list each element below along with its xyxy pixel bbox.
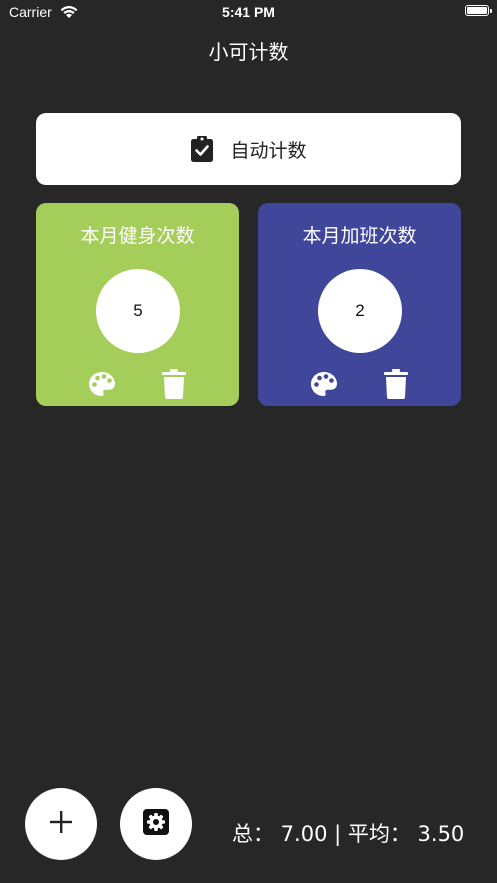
- trash-icon[interactable]: [382, 369, 410, 399]
- summary-stats: 总： 7.00 | 平均： 3.50: [232, 822, 465, 846]
- status-time: 5:41 PM: [222, 4, 275, 20]
- plus-icon: [49, 810, 73, 838]
- counter-card-fitness[interactable]: 本月健身次数 5: [36, 203, 239, 406]
- counter-value[interactable]: 2: [318, 269, 402, 353]
- counter-title: 本月加班次数: [302, 225, 417, 247]
- palette-icon[interactable]: [310, 369, 338, 399]
- battery-icon: [465, 5, 492, 16]
- settings-button[interactable]: [120, 788, 192, 860]
- counter-card-overtime[interactable]: 本月加班次数 2: [258, 203, 461, 406]
- counter-value[interactable]: 5: [96, 269, 180, 353]
- counter-title: 本月健身次数: [80, 225, 195, 247]
- auto-count-label: 自动计数: [230, 139, 307, 162]
- trash-icon[interactable]: [160, 369, 188, 399]
- page-title: 小可计数: [208, 40, 289, 64]
- gear-icon: [142, 808, 170, 840]
- clipboard-check-icon: [190, 135, 214, 163]
- auto-count-button[interactable]: 自动计数: [36, 113, 461, 185]
- add-counter-button[interactable]: [25, 788, 97, 860]
- status-bar: Carrier 5:41 PM: [0, 0, 497, 26]
- palette-icon[interactable]: [88, 369, 116, 399]
